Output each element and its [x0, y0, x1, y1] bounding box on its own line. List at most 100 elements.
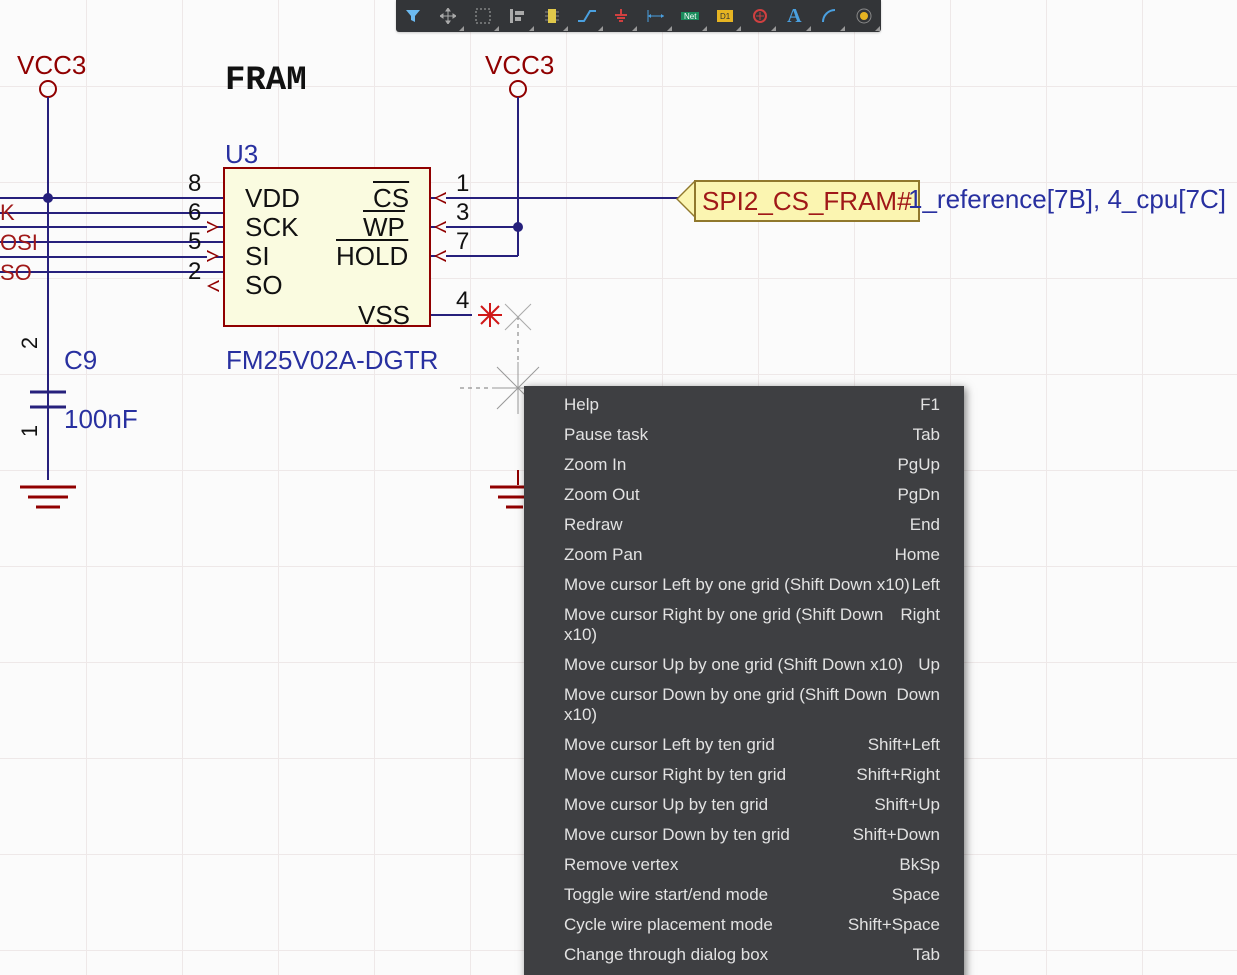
menu-item-label: Toggle wire start/end mode	[564, 885, 768, 905]
pin-num: 7	[456, 228, 469, 256]
menu-item[interactable]: Redraw End	[524, 510, 964, 540]
selectrect-icon[interactable]	[465, 0, 500, 32]
menu-item-label: Move cursor Down by one grid (Shift Down…	[564, 685, 897, 725]
menu-item-label: Pause task	[564, 425, 648, 445]
cap-pin: 1	[17, 425, 43, 437]
menu-item-shortcut: PgDn	[897, 485, 940, 505]
netlabel-text: SPI2_CS_FRAM#	[702, 186, 912, 217]
pin-num: 3	[456, 199, 469, 227]
dimension-icon[interactable]	[638, 0, 673, 32]
menu-item-label: Zoom In	[564, 455, 626, 475]
menu-item[interactable]: Help F1	[524, 390, 964, 420]
menu-item-shortcut: F1	[920, 395, 940, 415]
cap-ref[interactable]: C9	[64, 345, 97, 376]
arc-icon[interactable]	[812, 0, 847, 32]
menu-item-shortcut: BkSp	[899, 855, 940, 875]
menu-item-shortcut: PgUp	[897, 455, 940, 475]
pin-name: SO	[245, 270, 283, 301]
menu-item-shortcut: Up	[918, 655, 940, 675]
active-toolbar: Net D1 A	[396, 0, 881, 32]
menu-item[interactable]: Insert vertexIns	[524, 970, 964, 975]
menu-item-label: Change through dialog box	[564, 945, 768, 965]
menu-item[interactable]: Zoom In PgUp	[524, 450, 964, 480]
svg-text:D1: D1	[720, 12, 731, 21]
menu-item[interactable]: Move cursor Up by one grid (Shift Down x…	[524, 650, 964, 680]
bus-fragment-k: K	[0, 200, 15, 226]
pin-dir-icon	[434, 192, 446, 204]
pin-name: SCK	[245, 212, 298, 243]
menu-item[interactable]: Move cursor Down by ten grid Shift+Down	[524, 820, 964, 850]
menu-item-shortcut: Shift+Left	[868, 735, 940, 755]
menu-item[interactable]: Move cursor Up by ten gridShift+Up	[524, 790, 964, 820]
menu-item-shortcut: Shift+Right	[856, 765, 940, 785]
menu-item-label: Move cursor Left by ten grid	[564, 735, 775, 755]
pin-name: HOLD	[336, 241, 408, 272]
pin-name: WP	[363, 212, 405, 243]
menu-item-label: Zoom Pan	[564, 545, 642, 565]
pin-num: 5	[188, 228, 201, 256]
menu-item-label: Redraw	[564, 515, 623, 535]
cap-value[interactable]: 100nF	[64, 404, 138, 435]
chip-partnumber[interactable]: FM25V02A-DGTR	[226, 345, 438, 376]
pin-name: VSS	[358, 300, 410, 331]
menu-item[interactable]: Move cursor Left by ten grid Shift+Left	[524, 730, 964, 760]
filter-icon[interactable]	[396, 0, 431, 32]
menu-item-shortcut: Down	[897, 685, 940, 725]
menu-item-shortcut: Shift+Down	[853, 825, 940, 845]
schematic-canvas[interactable]: Net D1 A	[0, 0, 1237, 975]
menu-item[interactable]: Move cursor Left by one grid (Shift Down…	[524, 570, 964, 600]
pin-name: VDD	[245, 183, 300, 214]
schematic-title: FRAM	[225, 62, 307, 100]
menu-item[interactable]: Toggle wire start/end mode Space	[524, 880, 964, 910]
menu-item-shortcut: Space	[892, 885, 940, 905]
menu-item[interactable]: Zoom Out PgDn	[524, 480, 964, 510]
menu-item-shortcut: End	[910, 515, 940, 535]
pin-name: SI	[245, 241, 270, 272]
menu-item-shortcut: Tab	[913, 945, 940, 965]
menu-item-shortcut: Left	[912, 575, 940, 595]
netlabel-refs: 1_reference[7B], 4_cpu[7C]	[908, 184, 1226, 215]
menu-item[interactable]: Cycle wire placement modeShift+Space	[524, 910, 964, 940]
menu-item-label: Move cursor Up by ten grid	[564, 795, 768, 815]
menu-item-label: Move cursor Down by ten grid	[564, 825, 790, 845]
rotate-icon[interactable]	[846, 0, 881, 32]
menu-item[interactable]: Pause taskTab	[524, 420, 964, 450]
cap-pin: 2	[17, 337, 43, 349]
wire-icon[interactable]	[569, 0, 604, 32]
text-icon[interactable]: A	[777, 0, 812, 32]
net-icon[interactable]: Net	[673, 0, 708, 32]
pin-num: 8	[188, 170, 201, 198]
menu-item[interactable]: Move cursor Right by one grid (Shift Dow…	[524, 600, 964, 650]
designator-icon[interactable]: D1	[708, 0, 743, 32]
menu-item[interactable]: Move cursor Down by one grid (Shift Down…	[524, 680, 964, 730]
chip-designator[interactable]: U3	[225, 139, 258, 170]
pin-dir-icon	[434, 221, 446, 233]
align-icon[interactable]	[500, 0, 535, 32]
menu-item[interactable]: Zoom Pan Home	[524, 540, 964, 570]
gnd-icon[interactable]	[604, 0, 639, 32]
menu-item-shortcut: Home	[895, 545, 940, 565]
netlabel-port[interactable]: SPI2_CS_FRAM#	[694, 180, 920, 222]
menu-item-label: Move cursor Up by one grid (Shift Down x…	[564, 655, 903, 675]
menu-item[interactable]: Remove vertex BkSp	[524, 850, 964, 880]
menu-item[interactable]: Move cursor Right by ten grid Shift+Right	[524, 760, 964, 790]
pin-dir-icon	[207, 280, 219, 292]
menu-item-label: Help	[564, 395, 599, 415]
probe-icon[interactable]	[742, 0, 777, 32]
pin-name: CS	[373, 183, 409, 214]
part-icon[interactable]	[535, 0, 570, 32]
menu-item-label: Move cursor Left by one grid (Shift Down…	[564, 575, 910, 595]
menu-item-shortcut: Right	[900, 605, 940, 645]
netlabel-arrow-icon	[676, 180, 695, 218]
menu-item[interactable]: Change through dialog box Tab	[524, 940, 964, 970]
menu-item-label: Zoom Out	[564, 485, 640, 505]
move-icon[interactable]	[431, 0, 466, 32]
pin-dir-icon	[434, 250, 446, 262]
pin-num: 4	[456, 287, 469, 315]
pin-num: 1	[456, 170, 469, 198]
menu-item-label: Move cursor Right by ten grid	[564, 765, 786, 785]
menu-item-label: Move cursor Right by one grid (Shift Dow…	[564, 605, 900, 645]
pin-num: 6	[188, 199, 201, 227]
menu-item-label: Remove vertex	[564, 855, 678, 875]
pin-dir-icon	[207, 221, 219, 233]
